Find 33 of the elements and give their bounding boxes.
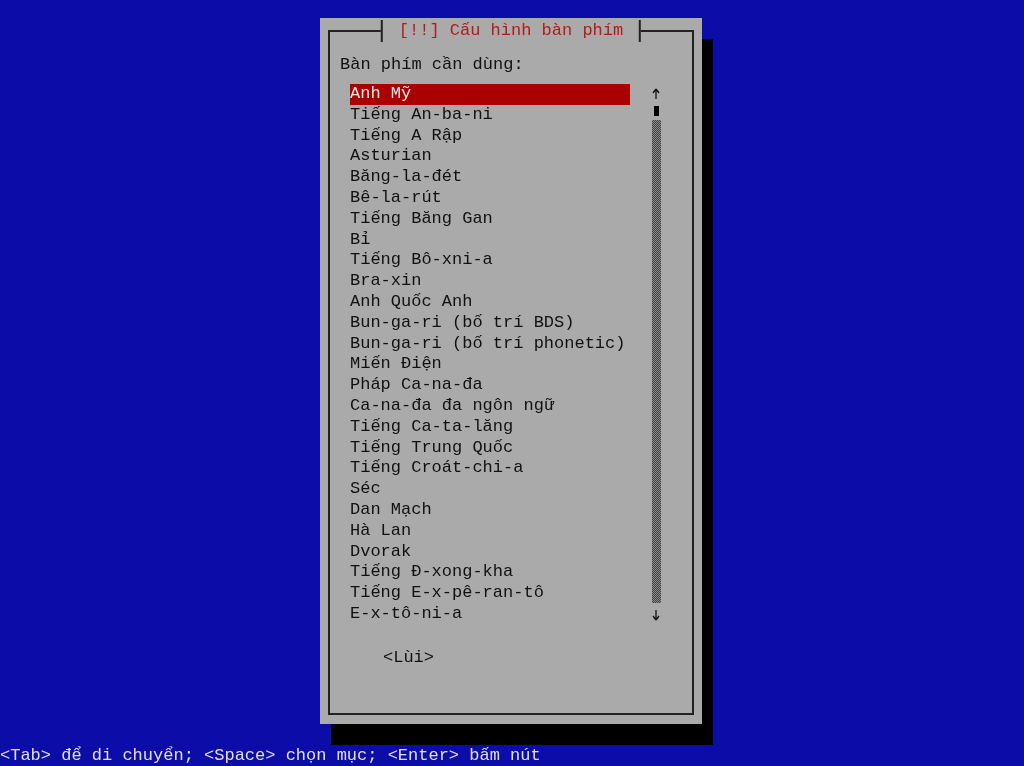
list-item[interactable]: Séc (350, 479, 630, 500)
list-item[interactable]: Bun-ga-ri (bố trí BDS) (350, 312, 630, 334)
list-item[interactable]: Tiếng Băng Gan (350, 208, 630, 230)
list-item[interactable]: Miến Điện (350, 354, 630, 376)
list-item[interactable]: Tiếng Croát-chi-a (350, 458, 630, 480)
list-item[interactable]: Bun-ga-ri (bố trí phonetic) (350, 333, 630, 355)
back-button[interactable]: <Lùi> (383, 646, 434, 669)
list-item[interactable]: Asturian (350, 146, 630, 168)
scroll-up-icon[interactable] (652, 88, 660, 100)
status-hint: <Tab> để di chuyển; <Space> chọn mục; <Enter> bấm nút (0, 746, 542, 766)
scroll-down-icon[interactable] (652, 608, 660, 621)
list-item[interactable]: Dvorak (350, 541, 630, 563)
list-item[interactable]: Pháp Ca-na-đa (350, 375, 630, 396)
prompt-label: Bàn phím cần dùng: (340, 54, 525, 76)
list-item[interactable]: Tiếng Trung Quốc (350, 437, 630, 459)
list-item[interactable]: Hà Lan (350, 520, 630, 542)
list-item[interactable]: Băng-la-đét (350, 167, 630, 188)
list-item[interactable]: Anh Quốc Anh (350, 291, 630, 313)
list-item[interactable]: Anh Mỹ (350, 84, 630, 105)
list-item[interactable]: Bỉ (350, 229, 630, 251)
list-item[interactable]: Tiếng A Rập (350, 125, 630, 147)
list-item[interactable]: Tiếng Ca-ta-lăng (350, 416, 630, 438)
list-item[interactable]: Dan Mạch (350, 499, 630, 521)
list-item[interactable]: E-x-tô-ni-a (350, 603, 630, 625)
list-item[interactable]: Tiếng Bô-xni-a (350, 250, 630, 272)
list-item[interactable]: Bê-la-rút (350, 188, 630, 209)
scroll-thumb[interactable] (653, 106, 659, 116)
list-item[interactable]: Tiếng E-x-pê-ran-tô (350, 583, 630, 604)
list-item[interactable]: Tiếng An-ba-ni (350, 104, 630, 126)
list-item[interactable]: Bra-xin (350, 271, 630, 292)
list-item[interactable]: Ca-na-đa đa ngôn ngữ (350, 395, 630, 417)
list-item[interactable]: Tiếng Đ-xong-kha (350, 562, 630, 584)
dialog-title: [!!] Cấu hình bàn phím (380, 20, 642, 42)
